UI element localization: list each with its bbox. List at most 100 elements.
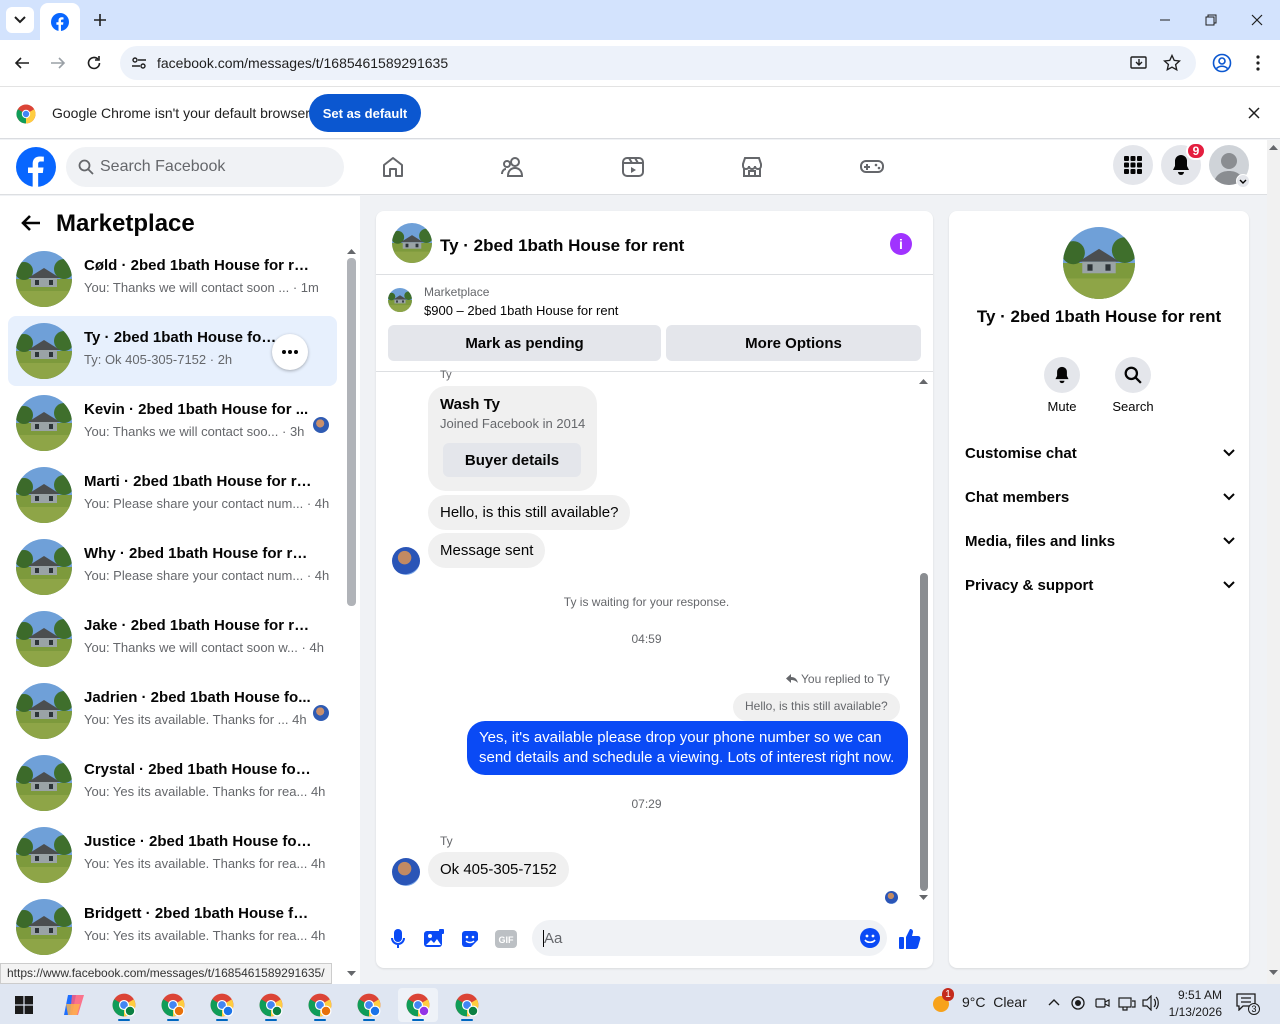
system-clock[interactable]: 9:51 AM 1/13/2026 bbox=[1166, 987, 1222, 1021]
close-icon[interactable] bbox=[1248, 107, 1260, 119]
search-action[interactable]: Search bbox=[1103, 357, 1163, 414]
info-icon[interactable]: i bbox=[890, 233, 912, 255]
house-photo-icon bbox=[388, 288, 412, 312]
scroll-up-icon[interactable] bbox=[347, 248, 356, 254]
buyer-details-button[interactable]: Buyer details bbox=[443, 443, 581, 477]
network-icon[interactable] bbox=[1118, 995, 1136, 1011]
like-button[interactable] bbox=[898, 927, 922, 951]
listing-thumbnail[interactable] bbox=[388, 288, 412, 312]
chrome-logo-icon bbox=[16, 104, 36, 124]
conversation-photo[interactable] bbox=[1063, 227, 1135, 299]
conversation-item[interactable]: Justice · 2bed 1bath House for r... You: … bbox=[8, 820, 337, 890]
chrome-taskbar-app[interactable] bbox=[251, 988, 291, 1022]
nav-gaming[interactable] bbox=[855, 152, 889, 182]
message-bubble[interactable]: Message sent bbox=[428, 533, 546, 568]
chrome-taskbar-app[interactable] bbox=[104, 988, 144, 1022]
chrome-taskbar-app[interactable] bbox=[398, 988, 438, 1022]
set-as-default-button[interactable]: Set as default bbox=[309, 94, 421, 132]
conversation-item[interactable]: Bridgett · 2bed 1bath House for ... You: … bbox=[8, 892, 337, 962]
notification-center-button[interactable]: 3 bbox=[1236, 993, 1260, 1015]
meet-now-icon[interactable] bbox=[1095, 995, 1111, 1011]
scroll-up-icon[interactable] bbox=[1269, 144, 1278, 150]
weather-text[interactable]: 9°C Clear bbox=[962, 994, 1027, 1010]
scroll-down-icon[interactable] bbox=[1269, 970, 1278, 976]
tab-search-button[interactable] bbox=[6, 7, 34, 33]
chrome-taskbar-app[interactable] bbox=[349, 988, 389, 1022]
attach-media-button[interactable] bbox=[422, 927, 446, 951]
mark-as-pending-button[interactable]: Mark as pending bbox=[388, 325, 661, 361]
section-chat-members[interactable]: Chat members bbox=[965, 482, 1235, 512]
chat-header: Ty · 2bed 1bath House for rent i bbox=[376, 211, 933, 275]
location-icon[interactable] bbox=[1071, 996, 1085, 1010]
sticker-button[interactable] bbox=[458, 927, 482, 951]
voice-clip-button[interactable] bbox=[386, 927, 410, 951]
minimize-button[interactable] bbox=[1152, 8, 1178, 32]
browser-tab-facebook[interactable] bbox=[40, 3, 80, 40]
message-input[interactable]: Aa bbox=[532, 920, 887, 956]
avatar[interactable] bbox=[392, 858, 420, 886]
conversation-options-button[interactable] bbox=[272, 334, 308, 370]
conversation-item[interactable]: Ty · 2bed 1bath House for rent Ty: Ok 405… bbox=[8, 316, 337, 386]
facebook-logo-icon[interactable] bbox=[16, 147, 56, 187]
scroll-down-icon[interactable] bbox=[919, 895, 928, 901]
menu-grid-button[interactable] bbox=[1113, 145, 1153, 185]
page-scrollbar[interactable] bbox=[1267, 140, 1280, 984]
mute-action[interactable]: Mute bbox=[1032, 357, 1092, 414]
profile-button[interactable] bbox=[1208, 49, 1236, 77]
site-settings-icon[interactable] bbox=[131, 55, 147, 71]
conversation-item[interactable]: Why · 2bed 1bath House for rent You: Plea… bbox=[8, 532, 337, 602]
reload-button[interactable] bbox=[80, 49, 108, 77]
avatar[interactable] bbox=[392, 547, 420, 575]
back-arrow-icon[interactable] bbox=[20, 212, 42, 234]
browser-menu-button[interactable] bbox=[1244, 49, 1272, 77]
install-app-icon[interactable] bbox=[1130, 54, 1148, 72]
chrome-taskbar-app[interactable] bbox=[202, 988, 242, 1022]
more-options-button[interactable]: More Options bbox=[666, 325, 921, 361]
conversation-item[interactable]: Jadrien · 2bed 1bath House fo... You: Yes… bbox=[8, 676, 337, 746]
close-window-button[interactable] bbox=[1244, 8, 1270, 32]
gif-button[interactable]: GIF bbox=[494, 927, 518, 951]
conversation-item[interactable]: Cøld · 2bed 1bath House for rent You: Tha… bbox=[8, 244, 337, 314]
back-button[interactable] bbox=[8, 49, 36, 77]
section-privacy-support[interactable]: Privacy & support bbox=[965, 570, 1235, 600]
reply-icon bbox=[786, 674, 798, 683]
conversation-item[interactable]: Jake · 2bed 1bath House for rent You: Tha… bbox=[8, 604, 337, 674]
bookmark-star-icon[interactable] bbox=[1163, 54, 1181, 72]
mute-button[interactable] bbox=[1044, 357, 1080, 393]
search-in-conversation-button[interactable] bbox=[1115, 357, 1151, 393]
emoji-icon[interactable] bbox=[860, 928, 880, 948]
chat-title[interactable]: Ty · 2bed 1bath House for rent bbox=[440, 236, 684, 256]
restore-button[interactable] bbox=[1198, 8, 1224, 32]
chat-scrollbar-thumb[interactable] bbox=[920, 573, 928, 891]
section-media-files-links[interactable]: Media, files and links bbox=[965, 526, 1235, 556]
quoted-message[interactable]: Hello, is this still available? bbox=[733, 693, 900, 721]
my-message-bubble[interactable]: Yes, it's available please drop your pho… bbox=[467, 721, 908, 775]
facebook-search-input[interactable]: Search Facebook bbox=[66, 147, 344, 187]
new-tab-button[interactable] bbox=[88, 8, 112, 32]
nav-friends[interactable] bbox=[496, 152, 530, 182]
chrome-taskbar-app[interactable] bbox=[300, 988, 340, 1022]
chrome-taskbar-app[interactable] bbox=[153, 988, 193, 1022]
chat-thumbnail[interactable] bbox=[392, 223, 432, 263]
weather-widget-icon[interactable]: 1 bbox=[930, 988, 954, 1015]
chrome-taskbar-app[interactable] bbox=[447, 988, 487, 1022]
scrollbar-thumb[interactable] bbox=[347, 258, 356, 606]
volume-icon[interactable] bbox=[1142, 995, 1160, 1011]
conversation-item[interactable]: Crystal · 2bed 1bath House for r... You: … bbox=[8, 748, 337, 818]
conversation-item[interactable]: Marti · 2bed 1bath House for rent You: Pl… bbox=[8, 460, 337, 530]
scroll-down-icon[interactable] bbox=[347, 971, 356, 977]
message-bubble[interactable]: Hello, is this still available? bbox=[428, 495, 631, 530]
nav-marketplace[interactable] bbox=[735, 152, 769, 182]
message-bubble[interactable]: Ok 405-305-7152 bbox=[428, 852, 569, 887]
conversation-item[interactable]: Kevin · 2bed 1bath House for ... You: Tha… bbox=[8, 388, 337, 458]
scroll-up-icon[interactable] bbox=[919, 378, 928, 384]
section-customise-chat[interactable]: Customise chat bbox=[965, 438, 1235, 468]
copilot-app[interactable] bbox=[54, 988, 94, 1022]
start-button[interactable] bbox=[4, 988, 44, 1022]
forward-button[interactable] bbox=[44, 49, 72, 77]
address-bar[interactable]: facebook.com/messages/t/1685461589291635 bbox=[120, 46, 1196, 80]
listing-price-title[interactable]: $900 – 2bed 1bath House for rent bbox=[424, 303, 618, 318]
nav-home[interactable] bbox=[376, 152, 410, 182]
chevron-up-icon[interactable] bbox=[1048, 998, 1060, 1006]
nav-video[interactable] bbox=[616, 152, 650, 182]
